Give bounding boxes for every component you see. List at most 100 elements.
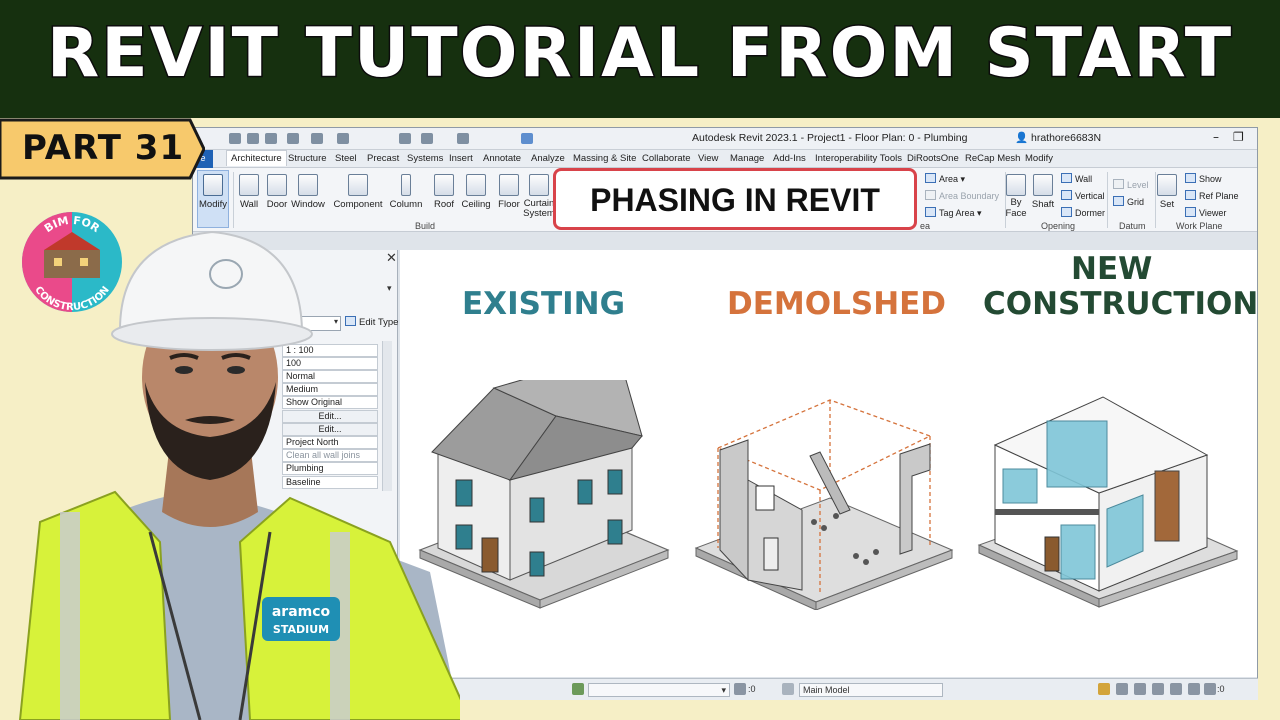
vertical-opening-label: Vertical (1075, 191, 1105, 201)
tab-add-ins[interactable]: Add-Ins (773, 153, 806, 164)
main-model-dropdown[interactable]: Main Model (799, 683, 943, 697)
tab-modify[interactable]: Modify (1025, 153, 1053, 164)
area-icon (925, 173, 936, 183)
undo-icon[interactable] (287, 133, 299, 144)
dormer-label: Dormer (1075, 208, 1106, 218)
set-button[interactable]: Set (1147, 174, 1187, 210)
banner-title: REVIT TUTORIAL FROM START (45, 13, 1234, 95)
set-label: Set (1159, 199, 1175, 210)
sync-icon[interactable] (265, 133, 277, 144)
show-icon (1185, 173, 1196, 183)
save-icon[interactable] (247, 133, 259, 144)
viewer-icon (1185, 207, 1196, 217)
workset-icon[interactable] (572, 683, 584, 695)
redo-icon[interactable] (311, 133, 323, 144)
datum-panel-label: Datum (1119, 221, 1146, 231)
user-account[interactable]: 👤 hrathore6683N (1015, 131, 1101, 144)
tab-massing-site[interactable]: Massing & Site (573, 153, 636, 164)
dormer-button[interactable]: Dormer (1061, 207, 1105, 218)
phase-label-new-line1: NEW (1071, 251, 1153, 287)
presenter-photo: aramco STADIUM (18, 230, 460, 720)
design-options-icon[interactable] (782, 683, 794, 695)
area-button[interactable]: Area ▾ (925, 173, 965, 185)
area-boundary-button[interactable]: Area Boundary (925, 190, 999, 201)
wall-opening-icon (1061, 173, 1072, 183)
level-icon (1113, 179, 1124, 189)
measure-icon[interactable] (399, 133, 411, 144)
workset-dropdown[interactable]: ▾ (588, 683, 730, 697)
vest-badge-line1: aramco (272, 604, 331, 620)
face-select-icon[interactable] (1152, 683, 1164, 695)
wall-opening-label: Wall (1075, 174, 1093, 184)
pinned-icon[interactable] (1134, 683, 1146, 695)
tab-insert[interactable]: Insert (449, 153, 473, 164)
curtain-system-button[interactable]: Curtain System (521, 174, 557, 219)
ref-plane-button[interactable]: Ref Plane (1185, 190, 1239, 201)
tab-steel[interactable]: Steel (335, 153, 357, 164)
print-icon[interactable] (337, 133, 349, 144)
open-icon[interactable] (229, 133, 241, 144)
window-label: Window (291, 199, 325, 210)
curtain-system-label: Curtain System (523, 198, 555, 219)
shaft-icon (1033, 174, 1053, 196)
floor-icon (499, 174, 519, 196)
set-icon (1157, 174, 1177, 196)
vertical-opening-button[interactable]: Vertical (1061, 190, 1105, 201)
phasing-title-card: PHASING IN REVIT (553, 168, 917, 230)
text-icon[interactable] (457, 133, 469, 144)
grid-label: Grid (1127, 197, 1145, 207)
tab-recap-mesh[interactable]: ReCap Mesh (965, 153, 1020, 164)
shaft-button[interactable]: Shaft (1023, 174, 1063, 210)
show-label: Show (1199, 174, 1222, 184)
restore-button[interactable]: ❐ (1233, 130, 1244, 144)
level-button[interactable]: Level (1113, 179, 1149, 190)
thin-lines-icon[interactable] (521, 133, 533, 144)
user-name: hrathore6683N (1031, 132, 1102, 144)
filter-icon[interactable] (1204, 683, 1216, 695)
drag-icon[interactable] (1170, 683, 1182, 695)
title-banner: REVIT TUTORIAL FROM START (0, 0, 1280, 118)
component-button[interactable]: Component (333, 174, 383, 210)
tab-structure[interactable]: Structure (288, 153, 327, 164)
grid-icon (1113, 196, 1124, 206)
demolished-house-illustration (694, 399, 954, 610)
tab-architecture[interactable]: Architecture (226, 150, 287, 166)
tab-diroots-one[interactable]: DiRootsOne (907, 153, 959, 164)
ceiling-icon (466, 174, 486, 196)
ref-plane-icon (1185, 190, 1196, 200)
tag-area-icon (925, 207, 936, 217)
phase-label-new-line2: CONSTRUCTION (983, 286, 1259, 322)
minimize-button[interactable]: – (1213, 130, 1219, 144)
opening-panel-label: Opening (1041, 221, 1076, 231)
shaft-label: Shaft (1031, 199, 1055, 210)
underlay-icon[interactable] (1116, 683, 1128, 695)
grid-button[interactable]: Grid (1113, 196, 1144, 207)
cursor-icon (203, 174, 223, 196)
user-icon: 👤 (1015, 132, 1031, 144)
wall-opening-button[interactable]: Wall (1061, 173, 1092, 184)
phase-label-demolished: DEMOLSHED (727, 286, 947, 322)
tab-systems[interactable]: Systems (407, 153, 443, 164)
area-boundary-icon (925, 190, 936, 200)
tab-annotate[interactable]: Annotate (483, 153, 521, 164)
new-construction-illustration (977, 396, 1239, 608)
link-icon[interactable] (1098, 683, 1110, 695)
tab-analyze[interactable]: Analyze (531, 153, 565, 164)
tab-precast[interactable]: Precast (367, 153, 399, 164)
window-button[interactable]: Window (286, 174, 330, 210)
tab-collaborate[interactable]: Collaborate (642, 153, 691, 164)
show-button[interactable]: Show (1185, 173, 1222, 184)
door-icon (267, 174, 287, 196)
ribbon-tabs: ile Architecture Structure Steel Precast… (193, 150, 1257, 168)
editable-only-icon[interactable] (734, 683, 746, 695)
vertical-opening-icon (1061, 190, 1072, 200)
dimension-icon[interactable] (421, 133, 433, 144)
tab-interoperability-tools[interactable]: Interoperability Tools (815, 153, 902, 164)
viewer-button[interactable]: Viewer (1185, 207, 1226, 218)
settings-icon[interactable] (1188, 683, 1200, 695)
ribbon-divider (1107, 172, 1108, 228)
tag-area-button[interactable]: Tag Area ▾ (925, 207, 982, 219)
tab-view[interactable]: View (698, 153, 718, 164)
viewer-label: Viewer (1199, 208, 1227, 218)
tab-manage[interactable]: Manage (730, 153, 764, 164)
